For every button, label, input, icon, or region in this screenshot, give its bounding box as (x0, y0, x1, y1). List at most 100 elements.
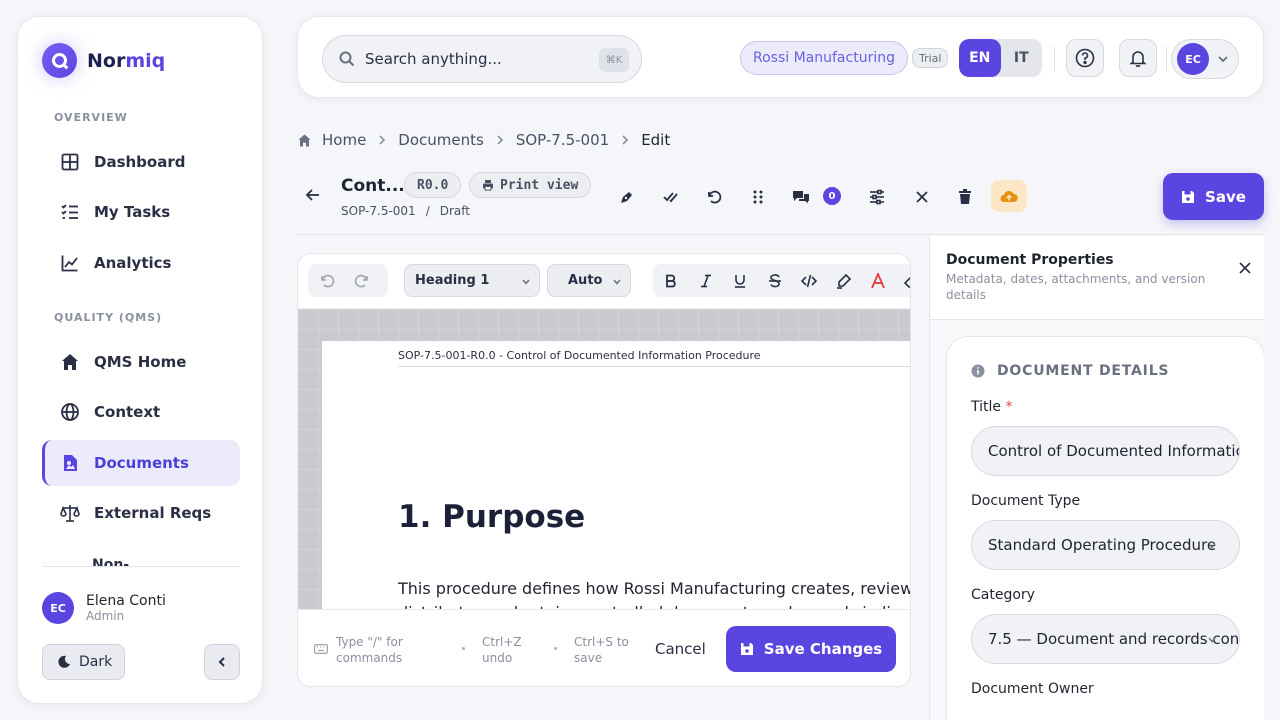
section-heading[interactable]: 1. Purpose (398, 499, 585, 535)
upload-button[interactable] (991, 180, 1027, 212)
redo-button[interactable] (351, 270, 373, 292)
sidebar-item-analytics[interactable]: Analytics (42, 240, 240, 286)
top-bar: Search anything... ⌘K Rossi Manufacturin… (297, 16, 1264, 98)
block-style-select[interactable]: Heading 1 (404, 264, 540, 297)
undo-button[interactable] (316, 270, 338, 292)
delete-button[interactable] (951, 183, 979, 211)
close-editor-button[interactable] (908, 183, 936, 211)
info-icon (971, 364, 985, 378)
category-select[interactable]: 7.5 — Document and records control (971, 614, 1240, 664)
comment-count-badge: 0 (823, 187, 841, 205)
sign-button[interactable] (613, 183, 641, 211)
text-color-icon (871, 273, 885, 289)
eraser-icon (904, 276, 910, 288)
eraser-button[interactable] (901, 270, 910, 292)
grid-icon (61, 153, 79, 171)
properties-subtitle: Metadata, dates, attachments, and versio… (946, 272, 1206, 302)
title-field[interactable]: Control of Documented Information Proced… (971, 426, 1240, 476)
lang-en-button[interactable]: EN (959, 39, 1001, 77)
hint-undo: Ctrl+Z undo (482, 635, 522, 665)
save-changes-button[interactable]: Save Changes (726, 626, 896, 672)
collapse-sidebar-button[interactable] (204, 644, 240, 680)
highlight-button[interactable] (833, 270, 855, 292)
paragraph-line: This procedure defines how Rossi Manufac… (398, 579, 911, 598)
bold-button[interactable] (660, 270, 682, 292)
document-page[interactable]: SOP-7.5-001-R0.0 - Control of Documented… (322, 341, 911, 609)
hint-commands: Type "/" for commands (336, 635, 403, 665)
sidebar-item-my-tasks[interactable]: My Tasks (42, 189, 240, 235)
sidebar: Normiq OVERVIEW Dashboard My Tasks Analy… (17, 16, 263, 704)
sidebar-item-external-reqs[interactable]: External Reqs (42, 490, 240, 536)
document-canvas: SOP-7.5-001-R0.0 - Control of Documented… (298, 309, 911, 609)
comments-icon (793, 191, 809, 203)
close-properties-button[interactable] (1239, 259, 1251, 278)
language-toggle: EN IT (959, 39, 1042, 77)
sidebar-item-context[interactable]: Context (42, 389, 240, 435)
code-button[interactable] (798, 270, 820, 292)
breadcrumb-home[interactable]: Home (322, 131, 366, 149)
chevron-down-icon (1218, 56, 1228, 63)
back-button[interactable] (305, 187, 321, 207)
search-shortcut: ⌘K (599, 48, 629, 72)
floppy-icon (740, 643, 753, 655)
cancel-button[interactable]: Cancel (655, 640, 706, 658)
section-title-text: DOCUMENT DETAILS (997, 363, 1170, 379)
save-button[interactable]: Save (1163, 173, 1264, 220)
strikethrough-button[interactable] (764, 270, 786, 292)
sidebar-item-documents[interactable]: Documents (42, 440, 240, 486)
home-icon (62, 354, 78, 370)
drag-handle-button[interactable] (744, 183, 772, 211)
underline-button[interactable] (729, 270, 751, 292)
undo-icon (321, 274, 335, 288)
chevron-down-icon (1208, 543, 1216, 549)
trash-icon (959, 189, 971, 204)
hint-save: Ctrl+S to save (574, 635, 629, 665)
revert-button[interactable] (700, 183, 728, 211)
user-profile[interactable]: EC Elena Conti Admin (42, 592, 166, 624)
editor-toolbar: Heading 1 Auto (298, 254, 910, 309)
breadcrumb: Home Documents SOP-7.5-001 Edit (297, 131, 670, 149)
strikethrough-icon (769, 274, 781, 288)
paragraph-line: distributes and retains controlled docum… (398, 601, 910, 609)
divider (1054, 47, 1055, 71)
block-style-value: Heading 1 (415, 273, 490, 288)
moon-icon (58, 655, 70, 668)
double-check-icon (663, 192, 678, 203)
dark-mode-button[interactable]: Dark (42, 644, 125, 680)
hint-separator (462, 647, 465, 650)
account-menu[interactable]: EC (1171, 39, 1239, 79)
home-icon (298, 134, 311, 146)
body-paragraph[interactable]: This procedure defines how Rossi Manufac… (398, 577, 911, 609)
document-type-label: Document Type (971, 493, 1081, 509)
breadcrumb-documents[interactable]: Documents (398, 131, 484, 149)
title-label: Title * (971, 399, 1013, 415)
approve-button[interactable] (657, 183, 685, 211)
help-button[interactable] (1066, 39, 1104, 77)
chevron-down-icon (522, 279, 530, 285)
settings-sliders-button[interactable] (863, 183, 891, 211)
font-size-select[interactable]: Auto (547, 264, 631, 297)
help-icon (1075, 48, 1095, 68)
editor-footer: Type "/" for commands Ctrl+Z undo Ctrl+S… (298, 609, 910, 686)
document-header: Cont... R0.0 Print view SOP-7.5-001 / Dr… (297, 159, 1264, 235)
bold-icon (666, 274, 676, 288)
document-owner-label: Document Owner (971, 681, 1094, 697)
chevron-down-icon (1208, 637, 1216, 643)
print-view-button[interactable]: Print view (469, 172, 592, 198)
sliders-icon (870, 189, 884, 205)
search-input[interactable]: Search anything... ⌘K (322, 35, 642, 83)
comments-button[interactable] (787, 183, 815, 211)
document-type-select[interactable]: Standard Operating Procedure (971, 520, 1240, 570)
lang-it-button[interactable]: IT (1001, 39, 1043, 77)
brand-name: Normiq (87, 49, 166, 72)
text-color-button[interactable] (867, 270, 889, 292)
sidebar-item-qms-home[interactable]: QMS Home (42, 339, 240, 385)
notifications-button[interactable] (1119, 39, 1157, 77)
company-switcher[interactable]: Rossi Manufacturing (740, 41, 908, 75)
sidebar-item-dashboard[interactable]: Dashboard (42, 139, 240, 185)
italic-button[interactable] (695, 270, 717, 292)
brand[interactable]: Normiq (42, 43, 165, 78)
print-view-label: Print view (500, 177, 579, 193)
breadcrumb-document[interactable]: SOP-7.5-001 (516, 131, 609, 149)
sidebar-item-label: Dashboard (94, 153, 186, 171)
